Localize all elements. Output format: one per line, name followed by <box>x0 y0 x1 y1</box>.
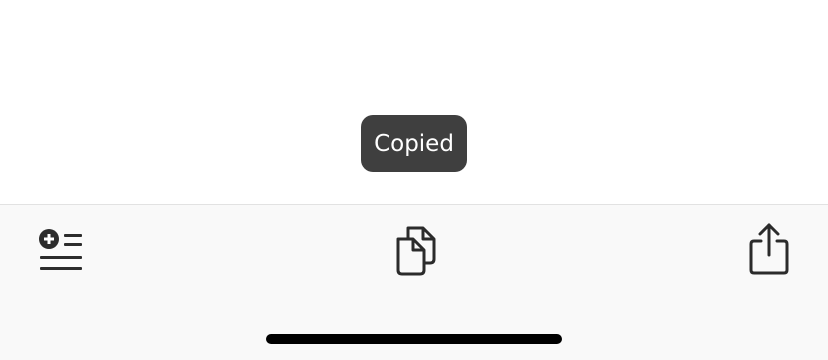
share-icon <box>744 221 794 277</box>
toast-text: Copied <box>374 130 454 157</box>
content-area: Copied <box>0 0 828 204</box>
copy-icon <box>390 223 442 277</box>
add-list-icon <box>36 225 86 275</box>
copied-toast: Copied <box>361 115 467 172</box>
bottom-toolbar <box>0 204 828 360</box>
add-to-list-button[interactable] <box>36 225 86 275</box>
copy-button[interactable] <box>390 223 442 277</box>
home-indicator[interactable] <box>266 334 562 344</box>
share-button[interactable] <box>744 221 794 277</box>
